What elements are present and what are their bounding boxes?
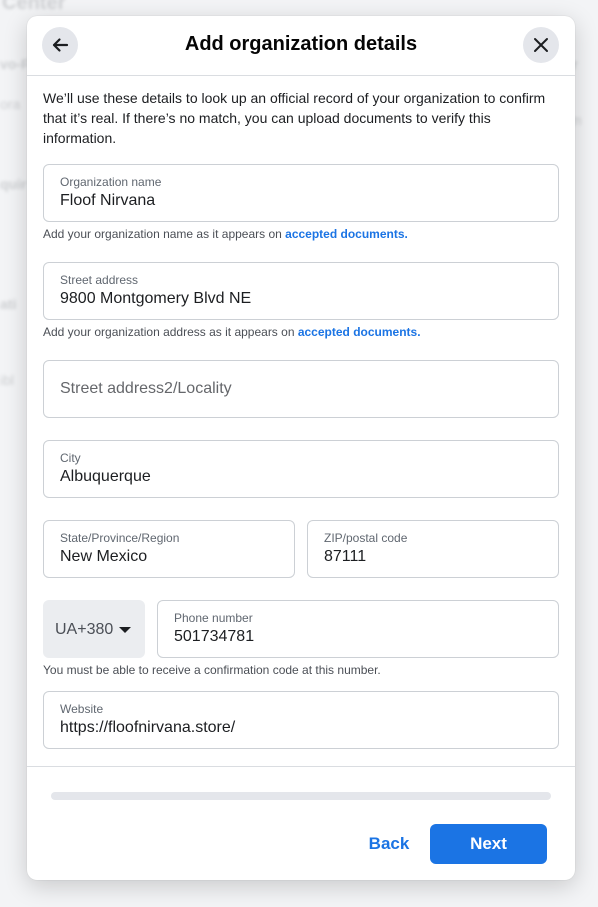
phone-number-value: 501734781 xyxy=(174,628,255,645)
city-value: Albuquerque xyxy=(60,468,151,485)
organization-details-dialog: Add organization details We’ll use these… xyxy=(27,16,575,880)
background-title: Center xyxy=(2,0,66,14)
background-text: ibl xyxy=(0,372,15,388)
street-address-helper: Add your organization address as it appe… xyxy=(43,325,421,339)
state-label: State/Province/Region xyxy=(60,531,180,545)
caret-down-icon xyxy=(119,627,131,633)
helper-text: Add your organization address as it appe… xyxy=(43,325,298,339)
website-field[interactable]: Website https://floofnirvana.store/ xyxy=(43,691,559,749)
intro-text: We’ll use these details to look up an of… xyxy=(43,90,546,146)
dialog-header: Add organization details xyxy=(27,16,575,76)
background-text: quir xyxy=(0,176,27,192)
state-field[interactable]: State/Province/Region New Mexico xyxy=(43,520,295,578)
organization-name-value: Floof Nirvana xyxy=(60,192,156,209)
phone-helper: You must be able to receive a confirmati… xyxy=(43,663,381,677)
website-value: https://floofnirvana.store/ xyxy=(60,719,236,736)
organization-name-helper: Add your organization name as it appears… xyxy=(43,227,408,241)
dialog-title: Add organization details xyxy=(184,33,418,55)
close-button[interactable] xyxy=(523,27,559,63)
street-address-label: Street address xyxy=(60,273,139,287)
close-icon xyxy=(534,38,548,52)
background-text: ora xyxy=(0,96,21,112)
website-label: Website xyxy=(60,702,104,716)
helper-text: Add your organization name as it appears… xyxy=(43,227,286,241)
state-value: New Mexico xyxy=(60,548,148,565)
city-field[interactable]: City Albuquerque xyxy=(43,440,559,498)
country-code-select[interactable]: UA+380 xyxy=(43,600,145,658)
organization-name-label: Organization name xyxy=(60,175,162,189)
country-code-value: UA+380 xyxy=(55,621,114,638)
zip-label: ZIP/postal code xyxy=(324,531,408,545)
next-button[interactable]: Next xyxy=(430,824,547,864)
street-address-value: 9800 Montgomery Blvd NE xyxy=(60,290,252,307)
street-address2-placeholder: Street address2/Locality xyxy=(60,380,232,397)
city-label: City xyxy=(60,451,81,465)
organization-name-field[interactable]: Organization name Floof Nirvana xyxy=(43,164,559,222)
accepted-documents-link[interactable]: accepted documents. xyxy=(285,227,408,241)
background-text: ati xyxy=(0,296,17,312)
street-address-field[interactable]: Street address 9800 Montgomery Blvd NE xyxy=(43,262,559,320)
street-address2-field[interactable]: Street address2/Locality xyxy=(43,360,559,418)
phone-number-label: Phone number xyxy=(174,611,253,625)
progress-bar xyxy=(51,792,551,800)
phone-number-field[interactable]: Phone number 501734781 xyxy=(157,600,559,658)
zip-field[interactable]: ZIP/postal code 87111 xyxy=(307,520,559,578)
background-text: vo-F xyxy=(0,56,30,72)
accepted-documents-link[interactable]: accepted documents. xyxy=(298,325,421,339)
zip-value: 87111 xyxy=(324,548,367,565)
back-button[interactable]: Back xyxy=(357,824,421,864)
footer-divider xyxy=(27,766,575,767)
